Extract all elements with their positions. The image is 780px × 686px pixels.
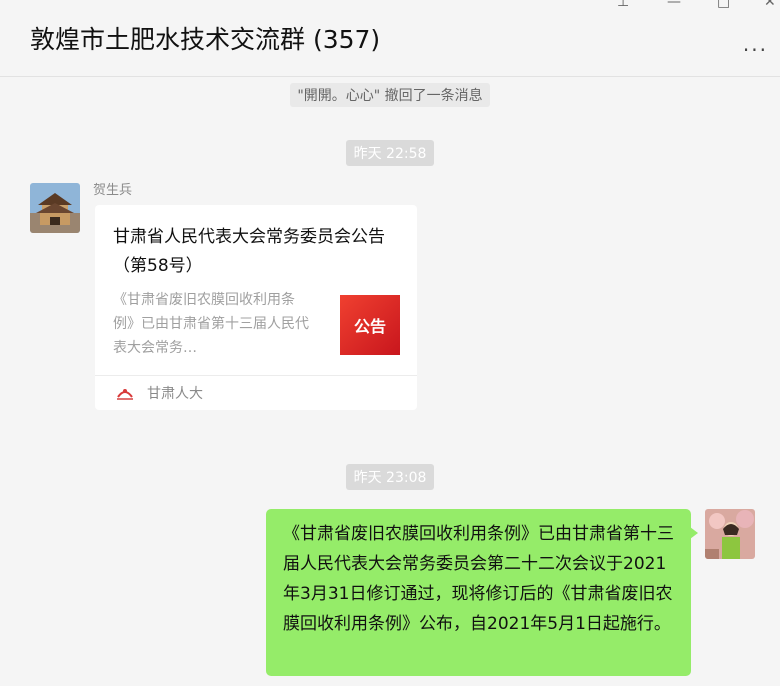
thumbnail-label: 公告 (353, 317, 386, 336)
card-title: 甘肃省人民代表大会常务委员会公告（第58号） (113, 227, 385, 276)
card-thumbnail: 公告 (340, 295, 400, 355)
close-icon[interactable]: ✕ (764, 0, 776, 10)
more-dots-icon[interactable]: ··· (743, 38, 768, 62)
card-description: 《甘肃省废旧农膜回收利用条例》已由甘肃省第十三届人民代表大会常务… (113, 292, 309, 356)
chat-header: 敦煌市土肥水技术交流群 (357) ⊥ — □ ✕ ··· (0, 0, 780, 77)
article-card[interactable]: 甘肃省人民代表大会常务委员会公告（第58号） 《甘肃省废旧农膜回收利用条例》已由… (95, 205, 417, 410)
minimize-icon[interactable]: ⊥ (617, 0, 629, 10)
own-avatar[interactable] (705, 509, 755, 559)
timestamp-row: 昨天 22:58 (0, 140, 780, 166)
timestamp: 昨天 22:58 (345, 140, 435, 166)
sender-name: 贺生兵 (93, 183, 133, 198)
card-divider (95, 375, 417, 376)
sender-avatar[interactable] (30, 183, 80, 233)
outgoing-message-text: 《甘肃省废旧农膜回收利用条例》已由甘肃省第十三届人民代表大会常务委员会第二十二次… (283, 524, 674, 634)
timestamp-row: 昨天 23:08 (0, 464, 780, 490)
timestamp: 昨天 23:08 (345, 464, 435, 490)
chat-title[interactable]: 敦煌市土肥水技术交流群 (357) (30, 20, 380, 56)
recall-notice: "開開。心心" 撤回了一条消息 (290, 83, 490, 107)
restore-icon[interactable]: □ (717, 0, 730, 10)
recall-notice-row: "開開。心心" 撤回了一条消息 (0, 83, 780, 107)
maximize-icon[interactable]: — (667, 0, 681, 10)
card-source-name: 甘肃人大 (147, 386, 203, 402)
source-logo-icon (115, 385, 135, 401)
outgoing-message-bubble[interactable]: 《甘肃省废旧农膜回收利用条例》已由甘肃省第十三届人民代表大会常务委员会第二十二次… (266, 509, 698, 676)
